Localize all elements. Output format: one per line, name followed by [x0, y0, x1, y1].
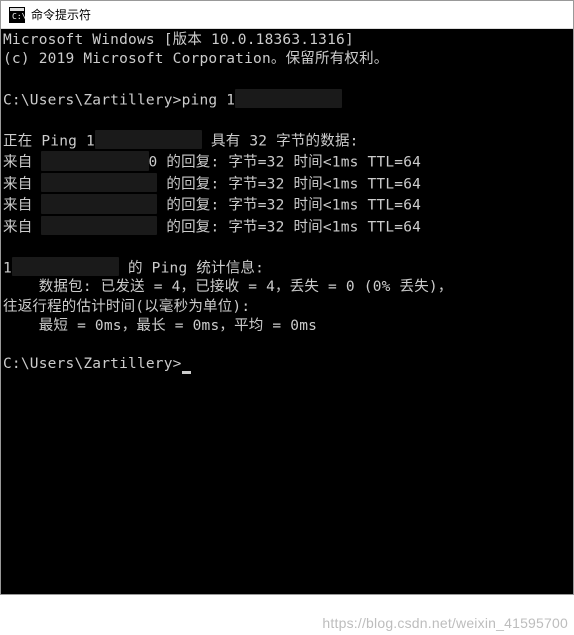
stats-header: 的 Ping 统计信息: [119, 260, 264, 276]
terminal-output[interactable]: Microsoft Windows [版本 10.0.18363.1316] (… [1, 29, 573, 594]
stats-rtt-values: 最短 = 0ms，最长 = 0ms，平均 = 0ms [3, 318, 317, 334]
titlebar[interactable]: C:\ 命令提示符 [1, 1, 573, 29]
copyright-line: (c) 2019 Microsoft Corporation。保留所有权利。 [3, 51, 389, 67]
cmd-icon: C:\ [9, 7, 25, 23]
command-ping: ping [182, 92, 227, 108]
command-prompt-window: C:\ 命令提示符 Microsoft Windows [版本 10.0.183… [0, 0, 574, 595]
stats-rtt-header: 往返行程的估计时间(以毫秒为单位): [3, 299, 250, 315]
pinging-line-prefix: 正在 Ping 1 [3, 133, 95, 149]
prompt-path: C:\Users\Zartillery> [3, 356, 182, 372]
reply-line: 的回复: 字节=32 时间<1ms TTL=64 [157, 198, 421, 214]
redacted-ip: 192.168.1.120 [41, 173, 157, 192]
os-version-line: Microsoft Windows [版本 10.0.18363.1316] [3, 32, 354, 48]
reply-line: 的回复: 字节=32 时间<1ms TTL=64 [157, 176, 421, 192]
reply-prefix: 来自 [3, 198, 41, 214]
redacted-ip: 192.168.1.120 [41, 194, 157, 213]
redacted-ip: 192.168.1.120 [41, 216, 157, 235]
reply-line: 的回复: 字节=32 时间<1ms TTL=64 [157, 155, 421, 171]
svg-text:C:\: C:\ [12, 12, 25, 21]
reply-prefix: 来自 [3, 176, 41, 192]
reply-prefix: 来自 [3, 155, 41, 171]
reply-line: 的回复: 字节=32 时间<1ms TTL=64 [157, 219, 421, 235]
stats-packets: 数据包: 已发送 = 4，已接收 = 4，丢失 = 0 (0% 丢失)， [3, 279, 453, 295]
redacted-ip: 92.168.1.120 [235, 89, 342, 108]
window-title: 命令提示符 [31, 6, 91, 23]
redacted-ip: 92.168.1.120 [95, 130, 202, 149]
reply-prefix: 来自 [3, 219, 41, 235]
redacted-ip: 192.168.1.12 [41, 151, 148, 170]
redacted-ip: 92.168.1.120 [12, 257, 119, 276]
prompt-path: C:\Users\Zartillery> [3, 92, 182, 108]
cursor [182, 371, 191, 374]
pinging-line-suffix: 具有 32 字节的数据: [202, 133, 358, 149]
watermark-text: https://blog.csdn.net/weixin_41595700 [322, 615, 568, 631]
